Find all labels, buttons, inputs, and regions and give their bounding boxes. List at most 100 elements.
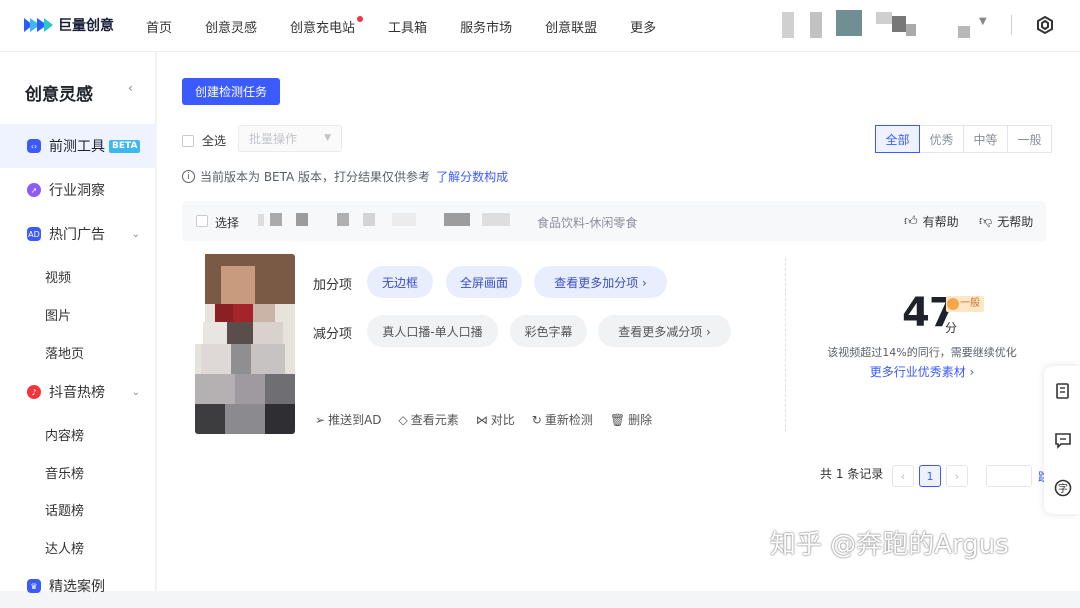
brand-logo-icon — [24, 18, 53, 32]
sidebar: 创意灵感 ‹ ‹› 前测工具 BETA ➚ 行业洞察 AD 热门广告 ⌄ 视频 … — [0, 52, 156, 595]
nav-item-3[interactable]: 工具箱 — [388, 17, 427, 36]
tag-button[interactable]: ◇ 查看元素 — [399, 411, 459, 428]
action-label: 删除 — [628, 413, 653, 427]
nav-item-2[interactable]: 创意充电站 — [290, 16, 364, 36]
sidebar-title: 创意灵感 — [25, 85, 93, 105]
score-filter: 全部 优秀 中等 一般 — [875, 125, 1052, 153]
top-navbar: 巨量创意 首页 创意灵感 创意充电站 工具箱 服务市场 创意联盟 更多 ▼ — [0, 0, 1080, 52]
grade-badge: 一般 — [946, 296, 984, 312]
score-info-link[interactable]: 了解分数构成 — [436, 168, 508, 185]
document-icon[interactable] — [1054, 382, 1072, 400]
notice-bar: i 当前版本为 BETA 版本，打分结果仅供参考 了解分数构成 — [182, 168, 508, 185]
feedback-icon[interactable] — [1054, 431, 1072, 449]
select-all-checkbox[interactable] — [182, 134, 194, 147]
thumbs-down-icon: 👎︎ — [979, 213, 993, 229]
batch-operation-select[interactable]: 批量操作 ▼ — [238, 125, 342, 152]
nav-item-5[interactable]: 创意联盟 — [545, 17, 597, 36]
filter-button[interactable]: 中等 — [963, 125, 1008, 153]
minus-tag[interactable]: 彩色字幕 — [510, 315, 587, 347]
avatar[interactable] — [836, 10, 862, 36]
filter-button[interactable]: 一般 — [1007, 125, 1052, 153]
prev-page-button[interactable]: ‹ — [892, 465, 914, 487]
chevron-down-icon[interactable]: ⌄ — [132, 387, 140, 398]
unhelpful-label: 无帮助 — [997, 214, 1034, 229]
collapse-icon[interactable]: ‹ — [128, 81, 133, 95]
sidebar-sub-creator[interactable]: 达人榜 — [45, 538, 84, 557]
main-content: 创建检测任务 全选 批量操作 ▼ 全部 优秀 中等 一般 i 当前版本为 BETA 版… — [157, 52, 1080, 591]
video-thumbnail[interactable] — [195, 254, 295, 434]
category-label: 食品饮料-休闲零食 — [537, 216, 638, 230]
sidebar-item-cases[interactable]: ♛ 精选案例 — [0, 564, 156, 608]
thumbs-up-icon: 👍︎ — [904, 213, 918, 229]
compare-icon: ⋈ — [475, 412, 488, 427]
create-task-button[interactable]: 创建检测任务 — [182, 78, 280, 105]
trash-icon: 🗑 — [609, 412, 626, 427]
page-jump-input[interactable] — [986, 465, 1032, 487]
score-description: 该视频超过14%的同行，需要继续优化 — [827, 346, 1017, 359]
compare-button[interactable]: ⋈ 对比 — [476, 411, 515, 428]
main-nav: 首页 创意灵感 创意充电站 工具箱 服务市场 创意联盟 更多 — [146, 16, 689, 36]
chevron-down-icon[interactable]: ▼ — [979, 16, 987, 27]
app-switch-icon[interactable] — [1034, 15, 1056, 37]
info-icon: i — [182, 170, 195, 183]
plus-tag[interactable]: 全屏画面 — [446, 266, 522, 298]
filter-button[interactable]: 优秀 — [919, 125, 964, 153]
card-actions: ➢ 推送到AD ◇ 查看元素 ⋈ 对比 ↻ 重新检测 🗑 删除 — [315, 411, 669, 428]
batch-placeholder: 批量操作 — [249, 132, 298, 146]
refresh-button[interactable]: ↻ 重新检测 — [532, 411, 593, 428]
sidebar-item-insight[interactable]: ➚ 行业洞察 — [0, 168, 156, 212]
tag-icon: ◇ — [398, 412, 408, 427]
sidebar-item-pretest[interactable]: ‹› 前测工具 BETA — [0, 124, 156, 168]
total-records: 共 1 条记录 — [820, 467, 884, 481]
sidebar-item-hot-ads[interactable]: AD 热门广告 ⌄ — [0, 212, 156, 256]
minus-label: 减分项 — [313, 327, 353, 342]
more-minus-button[interactable]: 查看更多减分项 › — [598, 315, 731, 347]
nav-item-0[interactable]: 首页 — [146, 17, 172, 36]
code-icon: ‹› — [27, 139, 41, 153]
filter-button[interactable]: 全部 — [875, 125, 920, 153]
sidebar-sub-landing[interactable]: 落地页 — [45, 343, 84, 362]
unhelpful-button[interactable]: 👎︎ 无帮助 — [979, 210, 1033, 232]
nav-item-6[interactable]: 更多 — [630, 17, 656, 36]
trash-button[interactable]: 🗑 删除 — [610, 411, 652, 428]
action-label: 查看元素 — [410, 413, 459, 427]
more-plus-button[interactable]: 查看更多加分项 › — [534, 266, 667, 298]
sidebar-sub-topic[interactable]: 话题榜 — [45, 500, 84, 519]
helpful-button[interactable]: 👍︎ 有帮助 — [904, 210, 959, 232]
score-unit: 分 — [945, 321, 958, 335]
action-label: 重新检测 — [544, 413, 593, 427]
action-label: 对比 — [490, 413, 515, 427]
minus-tag[interactable]: 真人口播-单人口播 — [367, 315, 498, 347]
video-thumbnail-image — [195, 254, 295, 434]
send-button[interactable]: ➢ 推送到AD — [315, 411, 382, 428]
sidebar-sub-music[interactable]: 音乐榜 — [45, 463, 84, 482]
sidebar-sub-content[interactable]: 内容榜 — [45, 425, 84, 444]
pagination: ‹ 1 › 跳 — [892, 465, 1050, 487]
nav-item-4[interactable]: 服务市场 — [460, 17, 512, 36]
floating-toolbar: 字 — [1044, 366, 1080, 514]
task-checkbox[interactable] — [196, 215, 208, 227]
font-icon[interactable]: 字 — [1054, 479, 1072, 497]
notification-dot — [357, 16, 364, 22]
sidebar-sub-video[interactable]: 视频 — [45, 267, 71, 286]
more-materials-link[interactable]: 更多行业优秀素材 › — [822, 363, 1022, 380]
plus-tag[interactable]: 无边框 — [367, 266, 433, 298]
sidebar-item-label: 前测工具 — [49, 139, 105, 155]
sidebar-item-douyin[interactable]: ♪ 抖音热榜 ⌄ — [0, 370, 156, 414]
beta-badge: BETA — [109, 139, 141, 153]
task-card-header: 选择 食品饮料-休闲零食 👍︎ 有帮助 👎︎ 无帮助 — [182, 201, 1046, 241]
user-account[interactable]: ▼ — [782, 10, 992, 42]
brand-logo[interactable]: 巨量创意 — [24, 15, 114, 35]
grade-label: 一般 — [960, 298, 980, 309]
select-all-label: 全选 — [202, 134, 227, 148]
sidebar-sub-image[interactable]: 图片 — [45, 305, 71, 324]
page-1-button[interactable]: 1 — [919, 465, 941, 487]
select-all[interactable]: 全选 — [182, 132, 226, 149]
next-page-button[interactable]: › — [946, 465, 968, 487]
nav-item-1[interactable]: 创意灵感 — [205, 17, 257, 36]
refresh-icon: ↻ — [531, 412, 542, 427]
chevron-down-icon[interactable]: ⌄ — [132, 229, 140, 240]
sidebar-item-label: 行业洞察 — [49, 183, 105, 199]
brand-name: 巨量创意 — [58, 18, 114, 34]
notice-text: 当前版本为 BETA 版本，打分结果仅供参考 — [200, 170, 431, 184]
